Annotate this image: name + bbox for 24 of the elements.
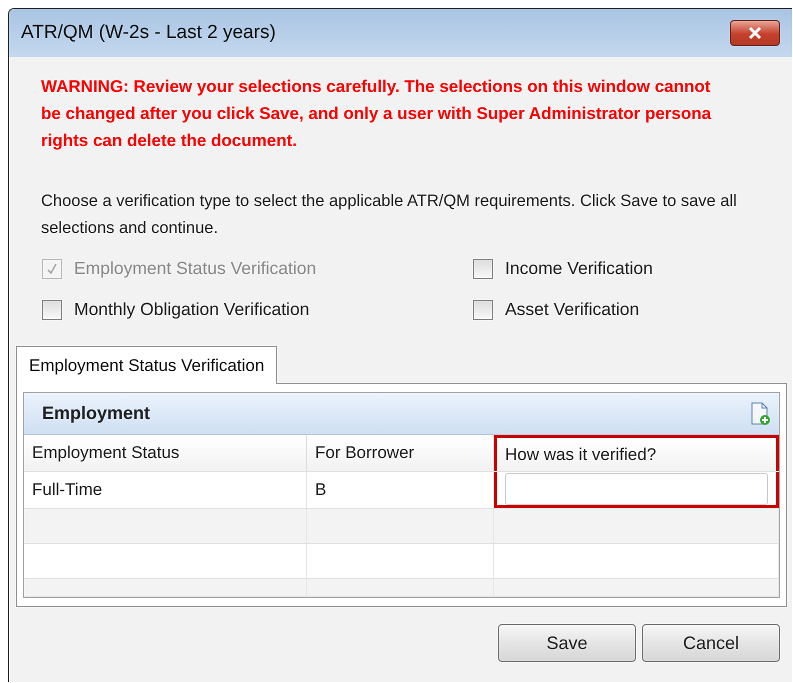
checkbox[interactable] — [42, 300, 62, 320]
tab[interactable]: Employment Status Verification — [16, 346, 278, 384]
table-cell: B — [307, 472, 494, 508]
grid-title: Employment — [42, 403, 150, 424]
cancel-button[interactable]: Cancel — [642, 624, 780, 662]
save-button[interactable]: Save — [498, 624, 636, 662]
column-header: Employment Status — [24, 435, 307, 472]
input-field[interactable] — [505, 472, 768, 505]
instruction-text: Choose a verification type to select the applicable ATR/QM requirements. Click Save to save all selections and continue. — [41, 191, 738, 239]
warning-text: WARNING: Review your selections carefully. The selections on this window cannot be changed after you click Save, and only a user with Super Administrator persona rights can delete the document. — [41, 76, 712, 152]
column-header: How was it verified? — [494, 435, 779, 472]
add-document-icon[interactable] — [751, 402, 771, 426]
checkbox[interactable] — [473, 258, 493, 278]
window-title: ATR/QM (W-2s - Last 2 years) — [21, 22, 276, 44]
checkbox-label: Asset Verification — [505, 299, 640, 320]
checkbox-label: Employment Status Verification — [74, 258, 316, 279]
close-icon — [747, 26, 763, 40]
column-header: For Borrower — [307, 435, 494, 472]
close-button[interactable] — [730, 20, 780, 46]
table-cell: Full-Time — [24, 472, 307, 508]
checkbox[interactable] — [473, 300, 493, 320]
checkbox-label: Monthly Obligation Verification — [74, 299, 310, 320]
checkbox-label: Income Verification — [505, 258, 653, 279]
checkmark-icon — [46, 262, 58, 274]
